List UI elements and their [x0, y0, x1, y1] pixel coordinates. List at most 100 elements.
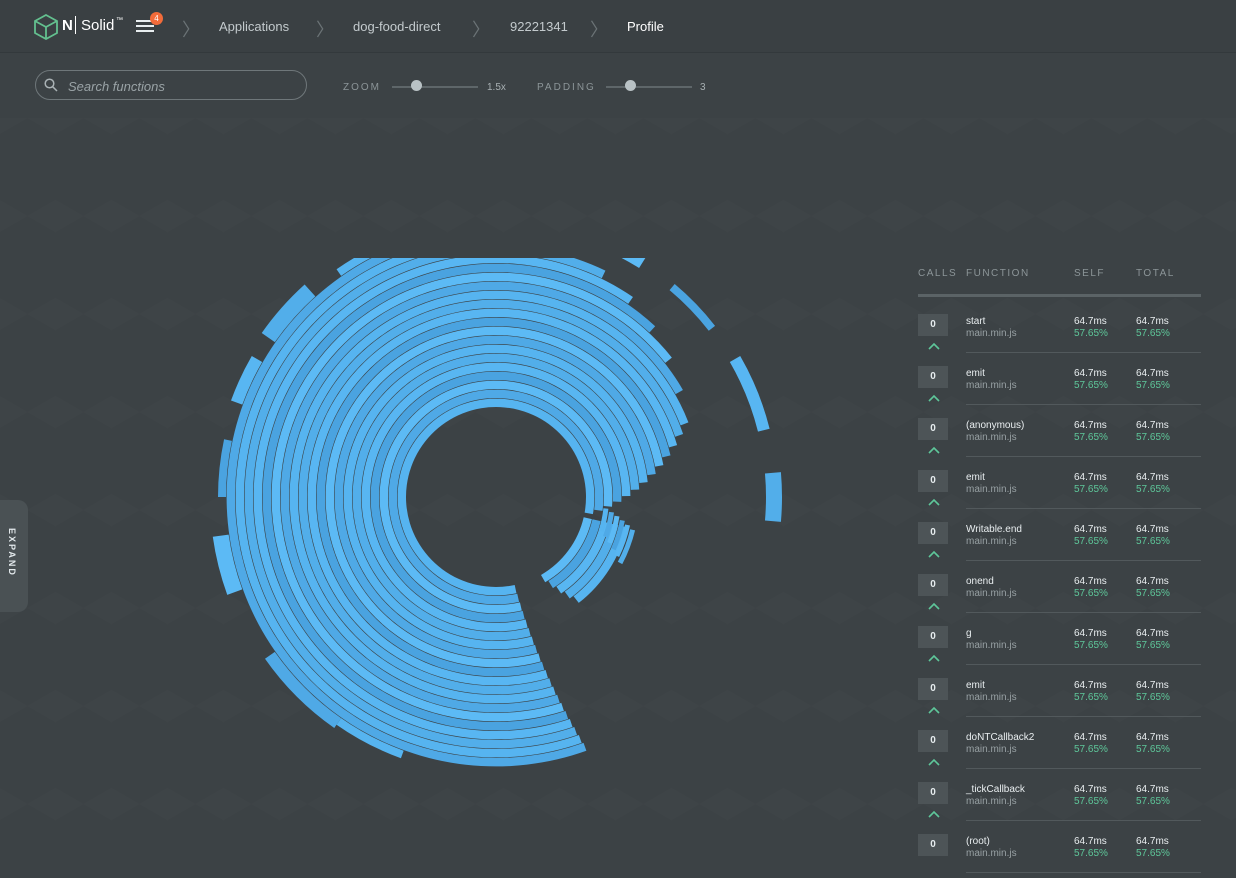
function-file: main.min.js: [966, 432, 1017, 443]
table-row[interactable]: 0 Writable.end main.min.js 64.7ms 57.65% 64.7…: [918, 498, 1201, 562]
self-percent: 57.65%: [1074, 432, 1108, 443]
self-time: 64.7ms: [1074, 628, 1107, 639]
chevron-up-icon[interactable]: [928, 446, 940, 454]
self-percent: 57.65%: [1074, 796, 1108, 807]
padding-label: PADDING: [537, 82, 596, 93]
chevron-up-icon[interactable]: [928, 342, 940, 350]
zoom-slider-handle[interactable]: [411, 80, 423, 91]
self-percent: 57.65%: [1074, 328, 1108, 339]
total-percent: 57.65%: [1136, 484, 1170, 495]
function-file: main.min.js: [966, 744, 1017, 755]
nsolid-cube-icon[interactable]: [34, 14, 58, 40]
table-row[interactable]: 0 emit main.min.js 64.7ms 57.65% 64.7ms 57.65%: [918, 446, 1201, 510]
self-percent: 57.65%: [1074, 744, 1108, 755]
zoom-slider[interactable]: [392, 86, 478, 88]
calls-count[interactable]: 0: [918, 730, 948, 752]
calls-count[interactable]: 0: [918, 522, 948, 544]
flame-arc[interactable]: [729, 356, 770, 432]
total-time: 64.7ms: [1136, 368, 1169, 379]
notification-badge[interactable]: 4: [150, 12, 163, 25]
row-divider: [966, 352, 1201, 353]
table-row[interactable]: 0 _tickCallback main.min.js 64.7ms 57.65% 64.…: [918, 758, 1201, 822]
profile-main: EXPAND CALLS FUNCTION SELF TOTAL 0 start m…: [0, 118, 1236, 878]
total-percent: 57.65%: [1136, 588, 1170, 599]
expand-sidebar-button[interactable]: EXPAND: [0, 500, 28, 612]
total-percent: 57.65%: [1136, 640, 1170, 651]
calls-count[interactable]: 0: [918, 834, 948, 856]
function-name: emit: [966, 368, 985, 379]
chevron-up-icon[interactable]: [928, 498, 940, 506]
function-name: start: [966, 316, 986, 327]
total-time: 64.7ms: [1136, 420, 1169, 431]
self-time: 64.7ms: [1074, 732, 1107, 743]
calls-count[interactable]: 0: [918, 314, 948, 336]
search-box[interactable]: [35, 70, 307, 100]
profile-toolbar: ZOOM 1.5x PADDING 3: [0, 52, 1236, 120]
calls-count[interactable]: 0: [918, 574, 948, 596]
function-name: (anonymous): [966, 420, 1025, 431]
function-file: main.min.js: [966, 692, 1017, 703]
flame-arc[interactable]: [669, 284, 716, 331]
calls-count[interactable]: 0: [918, 782, 948, 804]
function-name: _tickCallback: [966, 784, 1025, 795]
table-row[interactable]: 0 (root) main.min.js 64.7ms 57.65% 64.7ms 57.6…: [918, 810, 1201, 874]
row-divider: [966, 872, 1201, 873]
chevron-up-icon[interactable]: [928, 602, 940, 610]
chevron-up-icon[interactable]: [928, 758, 940, 766]
function-file: main.min.js: [966, 640, 1017, 651]
table-row[interactable]: 0 emit main.min.js 64.7ms 57.65% 64.7ms 57.65%: [918, 654, 1201, 718]
table-row[interactable]: 0 doNTCallback2 main.min.js 64.7ms 57.65% 64.…: [918, 706, 1201, 770]
total-time: 64.7ms: [1136, 836, 1169, 847]
self-time: 64.7ms: [1074, 784, 1107, 795]
chevron-up-icon[interactable]: [928, 550, 940, 558]
row-divider: [966, 456, 1201, 457]
expand-label: EXPAND: [7, 528, 17, 577]
function-name: doNTCallback2: [966, 732, 1035, 743]
self-time: 64.7ms: [1074, 836, 1107, 847]
padding-slider[interactable]: [606, 86, 692, 88]
row-divider: [966, 820, 1201, 821]
calls-count[interactable]: 0: [918, 418, 948, 440]
col-header-total[interactable]: TOTAL: [1136, 268, 1175, 279]
total-percent: 57.65%: [1136, 796, 1170, 807]
breadcrumb-process-id[interactable]: 92221341: [510, 19, 568, 34]
calls-count[interactable]: 0: [918, 626, 948, 648]
padding-slider-handle[interactable]: [625, 80, 637, 91]
self-percent: 57.65%: [1074, 588, 1108, 599]
table-row[interactable]: 0 onend main.min.js 64.7ms 57.65% 64.7ms 57.65…: [918, 550, 1201, 614]
calls-count[interactable]: 0: [918, 366, 948, 388]
row-divider: [966, 768, 1201, 769]
table-header-divider: [918, 294, 1201, 297]
table-row[interactable]: 0 g main.min.js 64.7ms 57.65% 64.7ms 57.65%: [918, 602, 1201, 666]
self-time: 64.7ms: [1074, 420, 1107, 431]
table-row[interactable]: 0 start main.min.js 64.7ms 57.65% 64.7ms 57.65…: [918, 302, 1201, 354]
breadcrumb-app-name[interactable]: dog-food-direct: [353, 19, 440, 34]
calls-count[interactable]: 0: [918, 470, 948, 492]
table-row[interactable]: 0 (anonymous) main.min.js 64.7ms 57.65% 64.7m…: [918, 394, 1201, 458]
search-input[interactable]: [66, 76, 300, 96]
col-header-self[interactable]: SELF: [1074, 268, 1105, 279]
breadcrumb-applications[interactable]: Applications: [219, 19, 289, 34]
self-time: 64.7ms: [1074, 576, 1107, 587]
total-percent: 57.65%: [1136, 692, 1170, 703]
menu-bar: [136, 30, 154, 32]
total-percent: 57.65%: [1136, 328, 1170, 339]
chevron-up-icon[interactable]: [928, 394, 940, 402]
function-file: main.min.js: [966, 536, 1017, 547]
function-file: main.min.js: [966, 380, 1017, 391]
zoom-label: ZOOM: [343, 82, 381, 93]
top-bar: N Solid ™ 4 〉 Applications 〉 dog-food-di…: [0, 0, 1236, 52]
calls-count[interactable]: 0: [918, 678, 948, 700]
row-divider: [966, 508, 1201, 509]
chevron-up-icon[interactable]: [928, 810, 940, 818]
flame-sunburst-graph[interactable]: [100, 258, 860, 858]
brand-n: N: [62, 17, 73, 34]
col-header-calls[interactable]: CALLS: [918, 268, 957, 279]
chevron-up-icon[interactable]: [928, 654, 940, 662]
table-row[interactable]: 0 emit main.min.js 64.7ms 57.65% 64.7ms 57.65%: [918, 342, 1201, 406]
chevron-up-icon[interactable]: [928, 706, 940, 714]
col-header-function[interactable]: FUNCTION: [966, 268, 1030, 279]
flame-arc[interactable]: [764, 472, 782, 522]
function-name: emit: [966, 680, 985, 691]
chevron-right-icon: 〉: [590, 20, 608, 40]
